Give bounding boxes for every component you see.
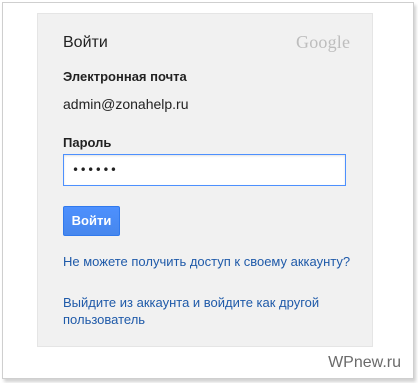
switch-account-link[interactable]: Выйдите из аккаунта и войдите как другой…: [63, 294, 363, 328]
signin-card: Войти Google Электронная почта admin@zon…: [37, 13, 373, 347]
page-title: Войти: [63, 34, 108, 51]
cant-access-account-link[interactable]: Не можете получить доступ к своему аккау…: [63, 253, 363, 270]
email-label: Электронная почта: [63, 69, 187, 84]
screenshot-frame: Войти Google Электронная почта admin@zon…: [2, 2, 414, 379]
signin-button[interactable]: Войти: [63, 206, 120, 236]
email-value: admin@zonahelp.ru: [63, 96, 189, 112]
google-logo: Google: [296, 32, 351, 52]
watermark: WPnew.ru: [328, 354, 401, 371]
password-field[interactable]: ••••••: [63, 154, 346, 186]
password-label: Пароль: [63, 135, 112, 150]
